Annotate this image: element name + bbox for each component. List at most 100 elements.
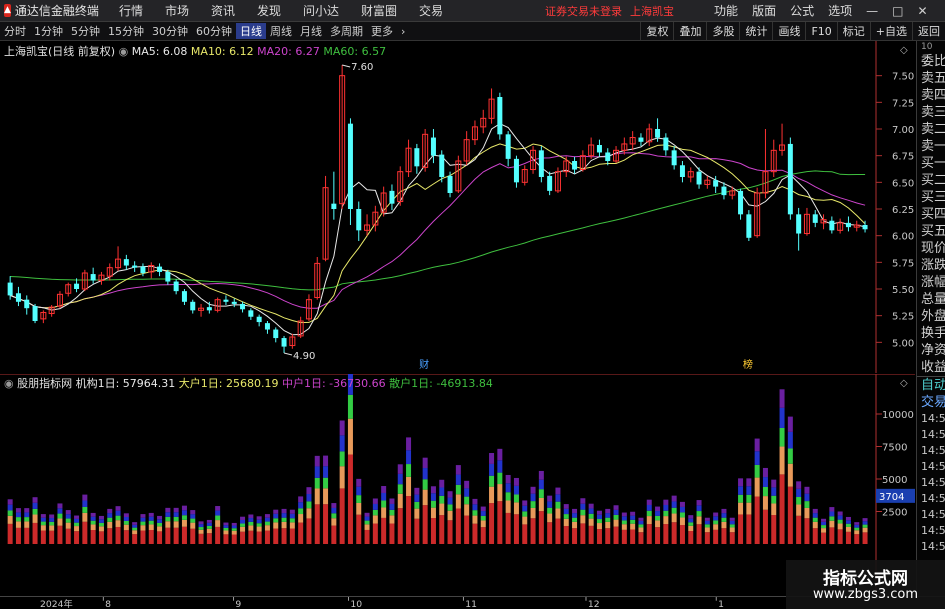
tab-ask1[interactable]: 卖一 [917,138,945,155]
tab-bid5[interactable]: 买五 [917,223,945,240]
low-marker-line [283,352,293,356]
volume-bar-segment [713,512,719,517]
menu-layout[interactable]: 版面 [752,2,776,19]
ma20-line [10,152,866,309]
tab-auto[interactable]: 自动 [917,376,945,394]
period-intraday[interactable]: 分时 [0,23,30,39]
volume-indicator-chart[interactable]: 10000 7500 5000 2500 3704 ◇ [0,374,915,596]
volume-bar-segment [721,521,727,529]
volume-bar-segment [173,521,179,528]
legend-mid-holder: 中户1日: -36730.66 [281,377,386,390]
volume-bar-segment [49,514,55,519]
menu-function[interactable]: 功能 [714,2,738,19]
volume-bar-segment [248,525,254,531]
tab-ask5[interactable]: 卖五 [917,70,945,87]
candle-body [15,293,21,302]
menu-formula[interactable]: 公式 [790,2,814,19]
period-60min[interactable]: 60分钟 [192,23,236,39]
volume-bar-segment [522,500,528,506]
volume-bar-segment [406,437,412,451]
tab-trade[interactable]: 交易 [917,394,945,411]
menu-news[interactable]: 资讯 [211,2,235,19]
tab-nav[interactable]: 净资 [917,342,945,359]
period-5min[interactable]: 5分钟 [67,23,104,39]
menu-options[interactable]: 选项 [828,2,852,19]
tab-ask3[interactable]: 卖三 [917,104,945,121]
tab-earnings[interactable]: 收益 [917,359,945,376]
menu-quotes[interactable]: 行情 [119,2,143,19]
tab-ask4[interactable]: 卖四 [917,87,945,104]
candle-body [223,299,229,302]
volume-bar-segment [596,514,602,520]
period-multi[interactable]: 多周期 [326,23,367,39]
period-daily[interactable]: 日线 [236,23,266,39]
volume-bar-segment [240,516,246,520]
tab-order-ratio[interactable]: 委比 [917,53,945,70]
close-icon[interactable]: ✕ [917,4,927,18]
volume-bar-segment [646,510,652,517]
mark-button[interactable]: 标记 [836,22,870,41]
menu-trade[interactable]: 交易 [419,2,443,19]
volume-bar-segment [513,485,519,495]
period-1min[interactable]: 1分钟 [30,23,67,39]
menu-market[interactable]: 市场 [165,2,189,19]
draw-line-button[interactable]: 画线 [772,22,805,41]
menu-wealth[interactable]: 财富圈 [361,2,397,19]
volume-bar-segment [414,518,420,544]
volume-bar-segment [173,507,179,513]
f10-button[interactable]: F10 [805,22,836,41]
volume-bar-segment [522,524,528,544]
volume-bar-segment [621,520,627,525]
volume-bar-segment [107,521,113,529]
overlay-button[interactable]: 叠加 [673,22,706,41]
tab-bid4[interactable]: 买四 [917,206,945,223]
tab-turnover[interactable]: 换手 [917,325,945,342]
price-chart[interactable]: 7.50 7.25 7.00 6.75 6.50 6.25 6.00 5.75 5.50 5.25… [0,41,915,373]
period-weekly[interactable]: 周线 [266,23,296,39]
period-monthly[interactable]: 月线 [296,23,326,39]
candle-body [414,148,420,167]
minimize-icon[interactable]: — [866,4,878,18]
settings-icon[interactable]: ◉ [119,45,129,58]
multi-stock-button[interactable]: 多股 [706,22,739,41]
tab-bid3[interactable]: 买三 [917,189,945,206]
volume-bar-segment [472,515,478,524]
volume-bar-segment [505,500,511,513]
volume-bar-segment [522,511,528,517]
stats-button[interactable]: 统计 [739,22,772,41]
tab-price[interactable]: 现价 [917,240,945,257]
tab-outer[interactable]: 外盘 [917,308,945,325]
period-15min[interactable]: 15分钟 [104,23,148,39]
tab-change[interactable]: 涨跌 [917,257,945,274]
menu-ask[interactable]: 问小达 [303,2,339,19]
maximize-icon[interactable]: □ [892,4,903,18]
tab-bid1[interactable]: 买一 [917,155,945,172]
volume-bar-segment [439,495,445,504]
tab-volume[interactable]: 总量 [917,291,945,308]
tab-bid2[interactable]: 买二 [917,172,945,189]
tab-ask2[interactable]: 卖二 [917,121,945,138]
adjust-button[interactable]: 复权 [640,22,673,41]
candle-body [256,316,262,323]
volume-bar-segment [430,493,436,501]
volume-bar-segment [223,534,229,544]
period-more[interactable]: 更多 [367,23,397,39]
volume-bar-segment [547,513,553,523]
period-30min[interactable]: 30分钟 [148,23,192,39]
chevron-right-icon[interactable]: › [397,25,409,38]
collapse-icon[interactable]: ◇ [900,45,908,56]
volume-bar-segment [862,518,868,522]
volume-bar-segment [489,453,495,464]
back-button[interactable]: 返回 [912,22,945,41]
volume-bar-segment [347,418,353,455]
tab-change-pct[interactable]: 涨幅 [917,274,945,291]
collapse-icon-2[interactable]: ◇ [900,378,908,389]
volume-bar-segment [513,502,519,515]
indicator-settings-icon[interactable]: ◉ [4,377,14,390]
volume-bar-segment [679,501,685,507]
volume-bar-segment [273,522,279,529]
menu-discover[interactable]: 发现 [257,2,281,19]
candle-body [132,265,138,268]
add-watchlist-button[interactable]: +自选 [869,22,912,41]
volume-bar-segment [447,497,453,505]
